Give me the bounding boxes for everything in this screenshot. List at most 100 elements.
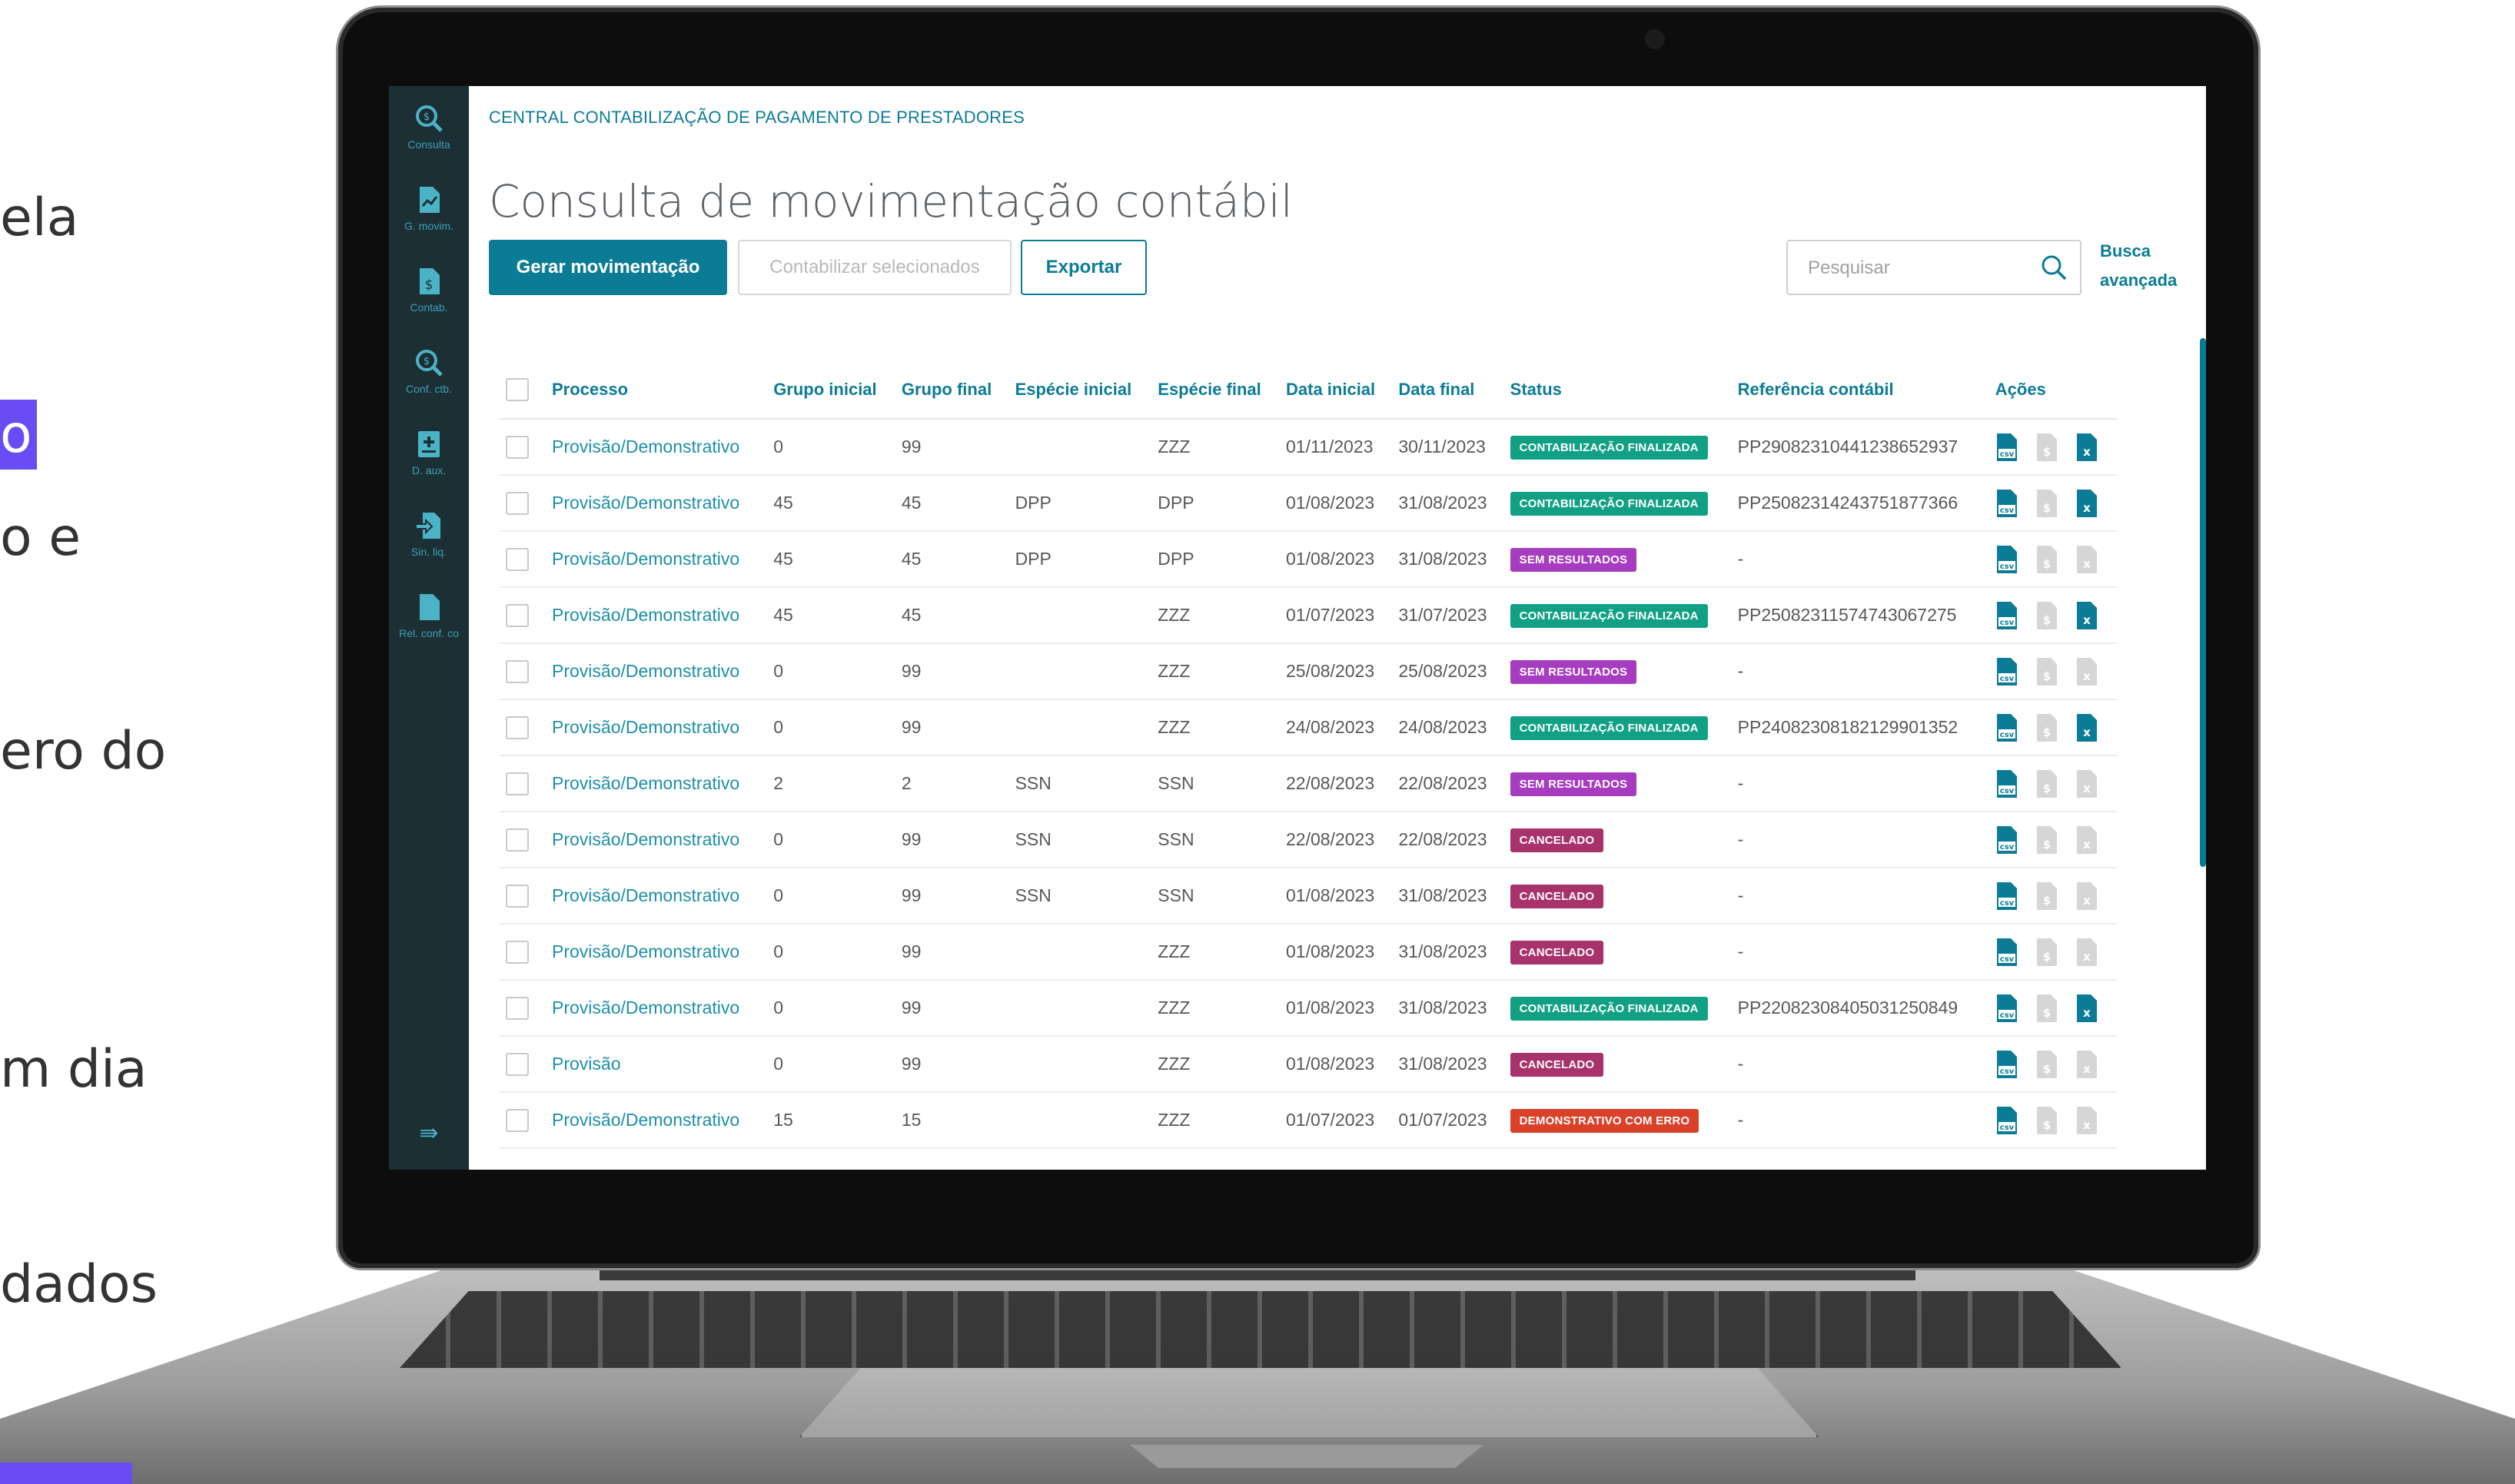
table-row[interactable]: Provisão/Demonstrativo 0 99 SSN SSN 22/08/202…	[500, 812, 2117, 868]
row-checkbox[interactable]	[506, 828, 529, 852]
collapse-menu-icon[interactable]: ⇛	[389, 1120, 469, 1147]
cell-processo[interactable]: Provisão/Demonstrativo	[546, 643, 768, 700]
excel-icon[interactable]: x	[2075, 488, 2098, 519]
excel-icon[interactable]: x	[2075, 937, 2098, 968]
column-header[interactable]: Espécie final	[1151, 361, 1280, 420]
csv-download-icon[interactable]: csv	[1995, 544, 2018, 575]
column-header[interactable]: Processo	[546, 361, 768, 420]
table-row[interactable]: Provisão/Demonstrativo 45 45 ZZZ 01/07/2023 3…	[500, 587, 2117, 644]
scrollbar[interactable]	[2200, 338, 2206, 867]
column-header[interactable]: Grupo inicial	[767, 361, 895, 420]
csv-download-icon[interactable]: csv	[1995, 1049, 2018, 1080]
csv-download-icon[interactable]: csv	[1995, 881, 2018, 911]
csv-download-icon[interactable]: csv	[1995, 488, 2018, 519]
table-row[interactable]: Provisão/Demonstrativo 0 99 ZZZ 24/08/2023 24…	[500, 699, 2117, 756]
cell-processo[interactable]: Provisão/Demonstrativo	[546, 531, 768, 588]
search-icon[interactable]	[2040, 254, 2068, 281]
table-row[interactable]: Provisão/Demonstrativo 45 45 DPP DPP 01/08/20…	[500, 531, 2117, 588]
advanced-search-link[interactable]: Busca avançada	[2100, 237, 2184, 295]
csv-download-icon[interactable]: csv	[1995, 937, 2018, 968]
csv-download-icon[interactable]: csv	[1995, 600, 2018, 631]
file-money-icon[interactable]: $	[2035, 488, 2058, 519]
cell-processo[interactable]: Provisão/Demonstrativo	[546, 475, 768, 532]
column-header[interactable]: Grupo final	[895, 361, 1009, 420]
table-row[interactable]: Provisão/Demonstrativo 15 15 ZZZ 01/07/2023 0…	[500, 1092, 2117, 1149]
row-checkbox[interactable]	[506, 884, 529, 908]
table-row[interactable]: Provisão/Demonstrativo 0 99 ZZZ 01/11/2023 30…	[500, 419, 2117, 476]
file-money-icon[interactable]: $	[2035, 600, 2058, 631]
table-row[interactable]: Provisão/Demonstrativo 45 45 DPP DPP 01/08/20…	[500, 475, 2117, 532]
cell-processo[interactable]: Provisão/Demonstrativo	[546, 755, 768, 812]
generate-movement-button[interactable]: Gerar movimentação	[489, 240, 727, 295]
file-money-icon[interactable]: $	[2035, 1049, 2058, 1080]
row-checkbox[interactable]	[506, 491, 529, 515]
excel-icon[interactable]: x	[2075, 993, 2098, 1024]
excel-icon[interactable]: x	[2075, 1049, 2098, 1080]
column-header[interactable]: Data final	[1392, 361, 1504, 420]
excel-icon[interactable]: x	[2075, 656, 2098, 687]
table-row[interactable]: Provisão/Demonstrativo 0 99 SSN SSN 01/08/202…	[500, 868, 2117, 925]
sidebar-item-conf-ctb[interactable]: $ Conf. ctb.	[389, 330, 469, 412]
row-checkbox[interactable]	[506, 547, 529, 571]
row-checkbox[interactable]	[506, 435, 529, 459]
column-header[interactable]: Data inicial	[1280, 361, 1393, 420]
row-checkbox[interactable]	[506, 659, 529, 683]
cell-processo[interactable]: Provisão/Demonstrativo	[546, 980, 768, 1037]
csv-download-icon[interactable]: csv	[1995, 432, 2018, 463]
row-checkbox[interactable]	[506, 1108, 529, 1132]
table-row[interactable]: Provisão/Demonstrativo 2 2 SSN SSN 22/08/2023…	[500, 755, 2117, 812]
csv-download-icon[interactable]: csv	[1995, 993, 2018, 1024]
sidebar-item-rel-conf[interactable]: Rel. conf. co	[389, 575, 469, 656]
search-input[interactable]	[1789, 243, 2040, 294]
excel-icon[interactable]: x	[2075, 825, 2098, 855]
row-checkbox[interactable]	[506, 603, 529, 627]
cell-processo[interactable]: Provisão/Demonstrativo	[546, 587, 768, 644]
excel-icon[interactable]: x	[2075, 600, 2098, 631]
breadcrumb[interactable]: CENTRAL CONTABILIZAÇÃO DE PAGAMENTO DE P…	[489, 108, 1025, 128]
file-money-icon[interactable]: $	[2035, 544, 2058, 575]
excel-icon[interactable]: x	[2075, 432, 2098, 463]
file-money-icon[interactable]: $	[2035, 712, 2058, 743]
sidebar-item-g-movim[interactable]: G. movim.	[389, 168, 469, 249]
file-money-icon[interactable]: $	[2035, 881, 2058, 911]
file-money-icon[interactable]: $	[2035, 656, 2058, 687]
file-money-icon[interactable]: $	[2035, 937, 2058, 968]
file-money-icon[interactable]: $	[2035, 825, 2058, 855]
table-row[interactable]: Provisão/Demonstrativo 0 99 ZZZ 01/08/2023 31…	[500, 980, 2117, 1037]
file-money-icon[interactable]: $	[2035, 769, 2058, 799]
excel-icon[interactable]: x	[2075, 712, 2098, 743]
table-row[interactable]: Provisão/Demonstrativo 0 99 ZZZ 25/08/2023 25…	[500, 643, 2117, 700]
table-row[interactable]: Provisão/Demonstrativo 0 99 ZZZ 01/08/2023 31…	[500, 924, 2117, 981]
file-money-icon[interactable]: $	[2035, 432, 2058, 463]
cell-processo[interactable]: Provisão/Demonstrativo	[546, 868, 768, 925]
table-row[interactable]: Provisão 0 99 ZZZ 01/08/2023 31/08/2023 CANCEL…	[500, 1036, 2117, 1093]
sidebar-item-d-aux[interactable]: D. aux.	[389, 412, 469, 493]
post-selected-button[interactable]: Contabilizar selecionados	[738, 240, 1012, 295]
csv-download-icon[interactable]: csv	[1995, 769, 2018, 799]
cell-processo[interactable]: Provisão/Demonstrativo	[546, 812, 768, 868]
row-checkbox[interactable]	[506, 715, 529, 739]
cell-processo[interactable]: Provisão/Demonstrativo	[546, 924, 768, 981]
csv-download-icon[interactable]: csv	[1995, 712, 2018, 743]
column-header[interactable]: Referência contábil	[1731, 361, 1989, 420]
column-header[interactable]: Status	[1503, 361, 1732, 420]
excel-icon[interactable]: x	[2075, 881, 2098, 911]
row-checkbox[interactable]	[506, 1052, 529, 1076]
sidebar-item-contab[interactable]: $ Contab.	[389, 249, 469, 330]
cell-processo[interactable]: Provisão/Demonstrativo	[546, 699, 768, 756]
cell-processo[interactable]: Provisão/Demonstrativo	[546, 419, 768, 476]
row-checkbox[interactable]	[506, 940, 529, 964]
sidebar-item-sin-liq[interactable]: Sin. liq.	[389, 493, 469, 575]
csv-download-icon[interactable]: csv	[1995, 825, 2018, 855]
row-checkbox[interactable]	[506, 996, 529, 1020]
export-button[interactable]: Exportar	[1021, 240, 1147, 295]
sidebar-item-consulta[interactable]: $ Consulta	[389, 86, 469, 168]
excel-icon[interactable]: x	[2075, 769, 2098, 799]
excel-icon[interactable]: x	[2075, 1105, 2098, 1136]
file-money-icon[interactable]: $	[2035, 993, 2058, 1024]
file-money-icon[interactable]: $	[2035, 1105, 2058, 1136]
row-checkbox[interactable]	[506, 772, 529, 795]
cell-processo[interactable]: Provisão	[546, 1036, 768, 1093]
select-all-checkbox[interactable]	[506, 378, 529, 401]
excel-icon[interactable]: x	[2075, 544, 2098, 575]
